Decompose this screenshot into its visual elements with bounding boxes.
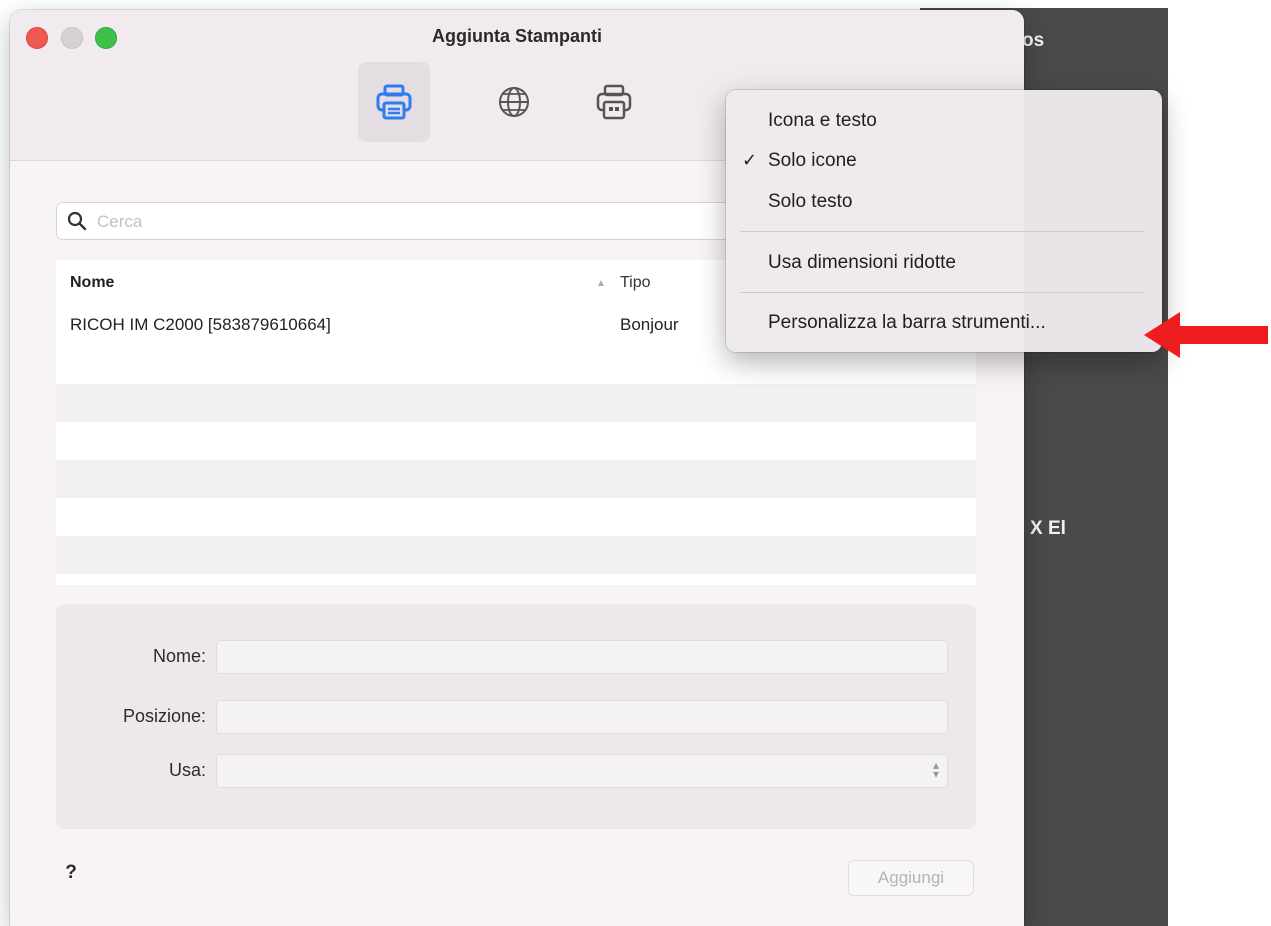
- search-input[interactable]: [95, 209, 739, 235]
- location-label: Posizione:: [122, 706, 206, 726]
- toolbar-default-printer-button[interactable]: [358, 62, 430, 142]
- checkmark-icon: ✓: [742, 150, 758, 170]
- search-field[interactable]: [56, 202, 758, 240]
- sort-indicator-icon: ▲: [596, 278, 606, 289]
- use-label: Usa:: [168, 760, 206, 780]
- printer-icon: [376, 84, 412, 120]
- globe-icon: [499, 87, 529, 117]
- use-select[interactable]: ▴ ▾: [216, 754, 948, 788]
- menu-item-icons-only[interactable]: Solo icone: [768, 150, 857, 172]
- printer-type-cell: Bonjour: [620, 315, 679, 334]
- search-icon: [67, 211, 87, 231]
- menu-item-small-size[interactable]: Usa dimensioni ridotte: [768, 252, 956, 274]
- empty-row: [56, 460, 976, 498]
- toolbar-ip-printer-button[interactable]: [478, 62, 550, 142]
- empty-row: [56, 384, 976, 422]
- window-title: Aggiunta Stampanti: [432, 26, 602, 46]
- location-field[interactable]: [216, 700, 948, 734]
- name-label: Nome:: [152, 646, 206, 666]
- menu-item-icon-and-text[interactable]: Icona e testo: [768, 110, 877, 132]
- column-header-name[interactable]: Nome: [70, 274, 114, 292]
- empty-row: [56, 536, 976, 574]
- background-text-top: os: [1022, 30, 1045, 51]
- printer-name-cell: RICOH IM C2000 [583879610664]: [70, 315, 331, 334]
- red-arrow-annotation-icon: [1144, 312, 1268, 358]
- menu-separator: [740, 292, 1144, 293]
- background-text-mid: X El: [1030, 518, 1066, 539]
- menu-item-customize-toolbar[interactable]: Personalizza la barra strumenti...: [768, 312, 1046, 334]
- select-arrows-icon: ▴ ▾: [932, 758, 939, 781]
- help-button[interactable]: ?: [60, 862, 82, 884]
- menu-item-text-only[interactable]: Solo testo: [768, 191, 853, 213]
- windows-printer-icon: [596, 84, 632, 120]
- column-header-type[interactable]: Tipo: [620, 274, 651, 292]
- add-button[interactable]: Aggiungi: [848, 860, 974, 896]
- name-field[interactable]: [216, 640, 948, 674]
- toolbar-context-menu: Icona e testo ✓ Solo icone Solo testo Us…: [726, 90, 1162, 352]
- toolbar-windows-printer-button[interactable]: [578, 62, 650, 142]
- menu-separator: [740, 231, 1144, 232]
- printer-details-form: Nome: Posizione: Usa: ▴ ▾: [56, 604, 976, 829]
